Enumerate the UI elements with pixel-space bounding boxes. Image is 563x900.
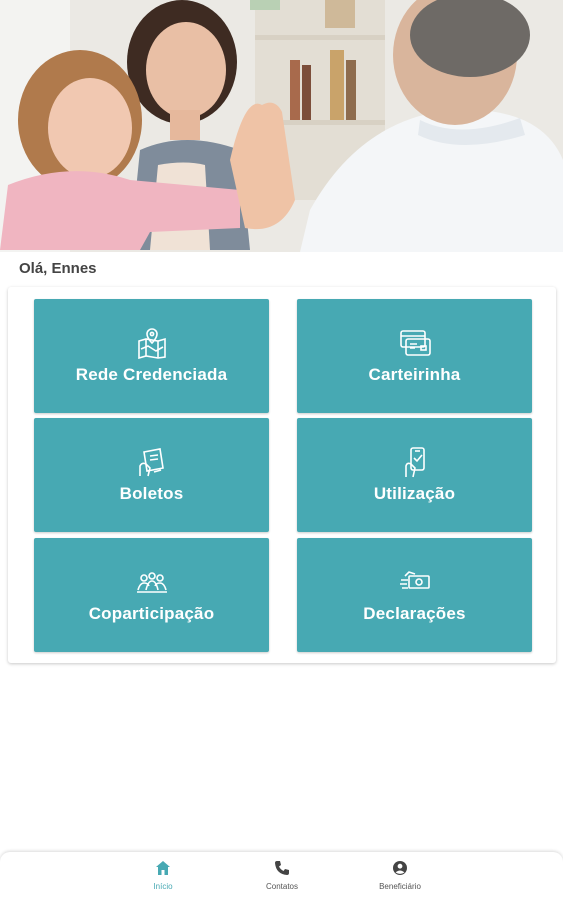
tile-rede-credenciada[interactable]: Rede Credenciada bbox=[34, 299, 269, 413]
tile-label: Declarações bbox=[363, 604, 466, 623]
user-icon bbox=[360, 860, 440, 878]
map-icon bbox=[34, 327, 269, 359]
nav-label: Beneficiário bbox=[379, 882, 421, 891]
nav-inicio[interactable]: Início bbox=[123, 860, 203, 891]
tile-label: Rede Credenciada bbox=[75, 365, 228, 384]
tile-utilizacao[interactable]: Utilização bbox=[297, 418, 532, 532]
card-icon bbox=[297, 327, 532, 359]
phone-icon bbox=[242, 860, 322, 878]
bottom-nav: Início Contatos Beneficiário bbox=[0, 852, 563, 900]
tile-coparticipacao[interactable]: Coparticipação bbox=[34, 538, 269, 652]
app-screen: Olá, Ennes Rede Credenciada Carteirinha … bbox=[0, 0, 563, 900]
greeting-text: Olá, Ennes bbox=[19, 260, 97, 277]
nav-contatos[interactable]: Contatos bbox=[242, 860, 322, 891]
nav-beneficiario[interactable]: Beneficiário bbox=[360, 860, 440, 891]
phone-hand-icon bbox=[297, 446, 532, 478]
money-hand-icon bbox=[297, 566, 532, 598]
tile-declaracoes[interactable]: Declarações bbox=[297, 538, 532, 652]
tile-label: Boletos bbox=[119, 484, 184, 503]
home-icon bbox=[123, 860, 203, 878]
nav-label: Início bbox=[153, 882, 173, 891]
tile-label: Coparticipação bbox=[88, 604, 215, 623]
payment-icon bbox=[34, 446, 269, 478]
hero-image bbox=[0, 0, 563, 252]
tile-boletos[interactable]: Boletos bbox=[34, 418, 269, 532]
tile-label: Carteirinha bbox=[368, 365, 461, 384]
tile-label: Utilização bbox=[373, 484, 456, 503]
tile-carteirinha[interactable]: Carteirinha bbox=[297, 299, 532, 413]
nav-label: Contatos bbox=[265, 882, 299, 891]
menu-card: Rede Credenciada Carteirinha Boletos Uti… bbox=[8, 287, 556, 663]
people-icon bbox=[34, 566, 269, 598]
